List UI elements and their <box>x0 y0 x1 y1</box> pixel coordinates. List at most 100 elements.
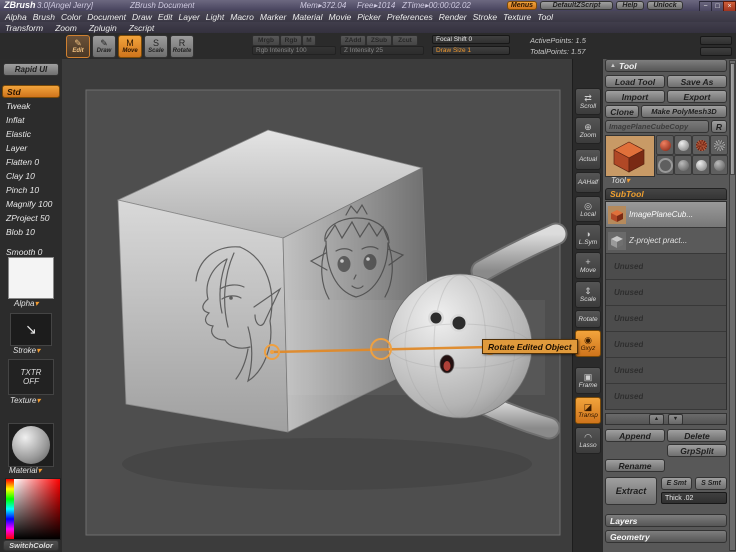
menu-item-preferences[interactable]: Preferences <box>387 12 433 22</box>
alpha-flyout-label[interactable]: Alpha▾ <box>14 299 38 308</box>
tool-panel-header[interactable]: ▲ Tool <box>605 59 727 72</box>
subtool-section-header[interactable]: SubTool <box>605 188 727 200</box>
grpsplit-button[interactable]: GrpSplit <box>667 444 727 457</box>
menu-item-zplugin[interactable]: Zplugin <box>89 23 117 33</box>
delete-button[interactable]: Delete <box>667 429 727 442</box>
menu-item-texture[interactable]: Texture <box>503 12 531 22</box>
transp-button[interactable]: ◪ Transp <box>575 397 601 424</box>
subtool-item-imageplanecube[interactable]: ImagePlaneCub... <box>606 202 726 228</box>
rename-button[interactable]: Rename <box>605 459 665 472</box>
layers-section-header[interactable]: Layers <box>605 514 727 527</box>
frame-button[interactable]: ▣ Frame <box>575 367 601 394</box>
make-polymesh3d-button[interactable]: Make PolyMesh3D <box>641 105 727 118</box>
scale-gyro-button[interactable]: ⇕ Scale <box>575 281 601 308</box>
help-button[interactable]: Help <box>616 1 644 10</box>
menu-item-picker[interactable]: Picker <box>357 12 381 22</box>
lasso-button[interactable]: ◠ Lasso <box>575 427 601 454</box>
m-button[interactable]: M <box>302 35 316 46</box>
rgb-button[interactable]: Rgb <box>280 35 302 46</box>
draw-mode-button[interactable]: ✎ Draw <box>92 35 116 58</box>
export-button[interactable]: Export <box>667 90 727 103</box>
menu-item-alpha[interactable]: Alpha <box>5 12 27 22</box>
menu-item-document[interactable]: Document <box>87 12 126 22</box>
rgb-intensity-slider[interactable]: Rgb Intensity 100 <box>252 46 336 55</box>
brush-clay[interactable]: Clay 10 <box>2 169 60 182</box>
tool-thumbnail-gray-sphere[interactable] <box>674 135 692 155</box>
tool-thumbnail-ring[interactable] <box>656 155 674 175</box>
brush-layer[interactable]: Layer <box>2 141 60 154</box>
actual-button[interactable]: Actual <box>575 149 601 170</box>
menu-item-transform[interactable]: Transform <box>5 23 43 33</box>
document-canvas[interactable]: Rotate Edited Object <box>62 59 578 552</box>
toolbar-extra-slider-1[interactable] <box>700 36 732 45</box>
menu-item-zoom[interactable]: Zoom <box>55 23 77 33</box>
material-flyout-label[interactable]: Material▾ <box>9 466 41 475</box>
subtool-item-unused[interactable]: Unused <box>606 306 726 332</box>
menu-item-brush[interactable]: Brush <box>33 12 55 22</box>
edit-mode-button[interactable]: ✎ Edit <box>66 35 90 58</box>
zadd-button[interactable]: ZAdd <box>340 35 366 46</box>
brush-tweak[interactable]: Tweak <box>2 99 60 112</box>
menus-button[interactable]: Menus <box>507 1 537 10</box>
tool-flyout-label[interactable]: Tool▾ <box>611 176 630 185</box>
toolbar-extra-slider-2[interactable] <box>700 47 732 56</box>
rapid-ui-button[interactable]: Rapid UI <box>3 63 59 76</box>
brush-inflat[interactable]: Inflat <box>2 113 60 126</box>
brush-flatten[interactable]: Flatten 0 <box>2 155 60 168</box>
aahalf-button[interactable]: AAHalf <box>575 172 601 193</box>
tool-thumbnail-sphere-2[interactable] <box>674 155 692 175</box>
z-intensity-slider[interactable]: Z Intensity 25 <box>340 46 424 55</box>
switch-color-button[interactable]: SwitchColor <box>3 540 59 551</box>
panel-scrollbar[interactable] <box>729 60 736 551</box>
tool-thumbnail-sphere-3[interactable] <box>692 155 710 175</box>
move-mode-button[interactable]: M Move <box>118 35 142 58</box>
import-button[interactable]: Import <box>605 90 665 103</box>
local-button[interactable]: ◎ Local <box>575 196 601 222</box>
scroll-button[interactable]: ⇄ Scroll <box>575 88 601 115</box>
menu-item-zscript[interactable]: Zscript <box>129 23 155 33</box>
zoom-button[interactable]: ⊕ Zoom <box>575 117 601 144</box>
tool-thumbnail-sphere-4[interactable] <box>710 155 728 175</box>
menu-item-macro[interactable]: Macro <box>230 12 254 22</box>
load-tool-button[interactable]: Load Tool <box>605 75 665 88</box>
extract-button[interactable]: Extract <box>605 477 657 505</box>
focal-shift-slider[interactable]: Focal Shift 0 <box>432 35 510 44</box>
s-smt-button[interactable]: S Smt <box>695 477 727 490</box>
texture-thumbnail[interactable]: TXTR OFF <box>8 359 54 395</box>
menu-item-movie[interactable]: Movie <box>329 12 352 22</box>
subtool-down-button[interactable]: ▼ <box>668 413 683 425</box>
brush-elastic[interactable]: Elastic <box>2 127 60 140</box>
e-smt-button[interactable]: E Smt <box>661 477 692 490</box>
subtool-item-unused[interactable]: Unused <box>606 332 726 358</box>
texture-flyout-label[interactable]: Texture▾ <box>10 396 40 405</box>
save-as-button[interactable]: Save As <box>667 75 727 88</box>
tool-thumbnail-red-sphere[interactable] <box>656 135 674 155</box>
color-picker[interactable] <box>5 478 61 540</box>
mrgb-button[interactable]: Mrgb <box>252 35 280 46</box>
unlock-button[interactable]: Unlock <box>647 1 683 10</box>
scale-mode-button[interactable]: S Scale <box>144 35 168 58</box>
menu-item-edit[interactable]: Edit <box>158 12 173 22</box>
draw-size-slider[interactable]: Draw Size 1 <box>432 46 510 55</box>
tool-r-button[interactable]: R <box>711 120 727 133</box>
panel-scrollbar-thumb[interactable] <box>730 63 735 175</box>
zsub-button[interactable]: ZSub <box>366 35 392 46</box>
menu-item-material[interactable]: Material <box>292 12 322 22</box>
rotate-gyro-button[interactable]: Rotate <box>575 310 601 328</box>
subtool-item-unused[interactable]: Unused <box>606 254 726 280</box>
gxyz-button[interactable]: ◉ Gxyz <box>575 330 601 357</box>
move-gyro-button[interactable]: + Move <box>575 252 601 279</box>
brush-std[interactable]: Std <box>2 85 60 98</box>
tool-thumbnail-spiky[interactable] <box>692 135 710 155</box>
alpha-thumbnail[interactable] <box>8 257 54 299</box>
saturation-value-square[interactable] <box>14 479 60 539</box>
geometry-section-header[interactable]: Geometry <box>605 530 727 543</box>
menu-item-marker[interactable]: Marker <box>260 12 286 22</box>
subtool-item-zproject[interactable]: Z-project pract... <box>606 228 726 254</box>
menu-item-tool[interactable]: Tool <box>537 12 553 22</box>
brush-zproject[interactable]: ZProject 50 <box>2 211 60 224</box>
subtool-up-button[interactable]: ▲ <box>649 413 664 425</box>
tool-thumbnail-star[interactable] <box>710 135 728 155</box>
append-button[interactable]: Append <box>605 429 665 442</box>
stroke-flyout-label[interactable]: Stroke▾ <box>13 346 40 355</box>
